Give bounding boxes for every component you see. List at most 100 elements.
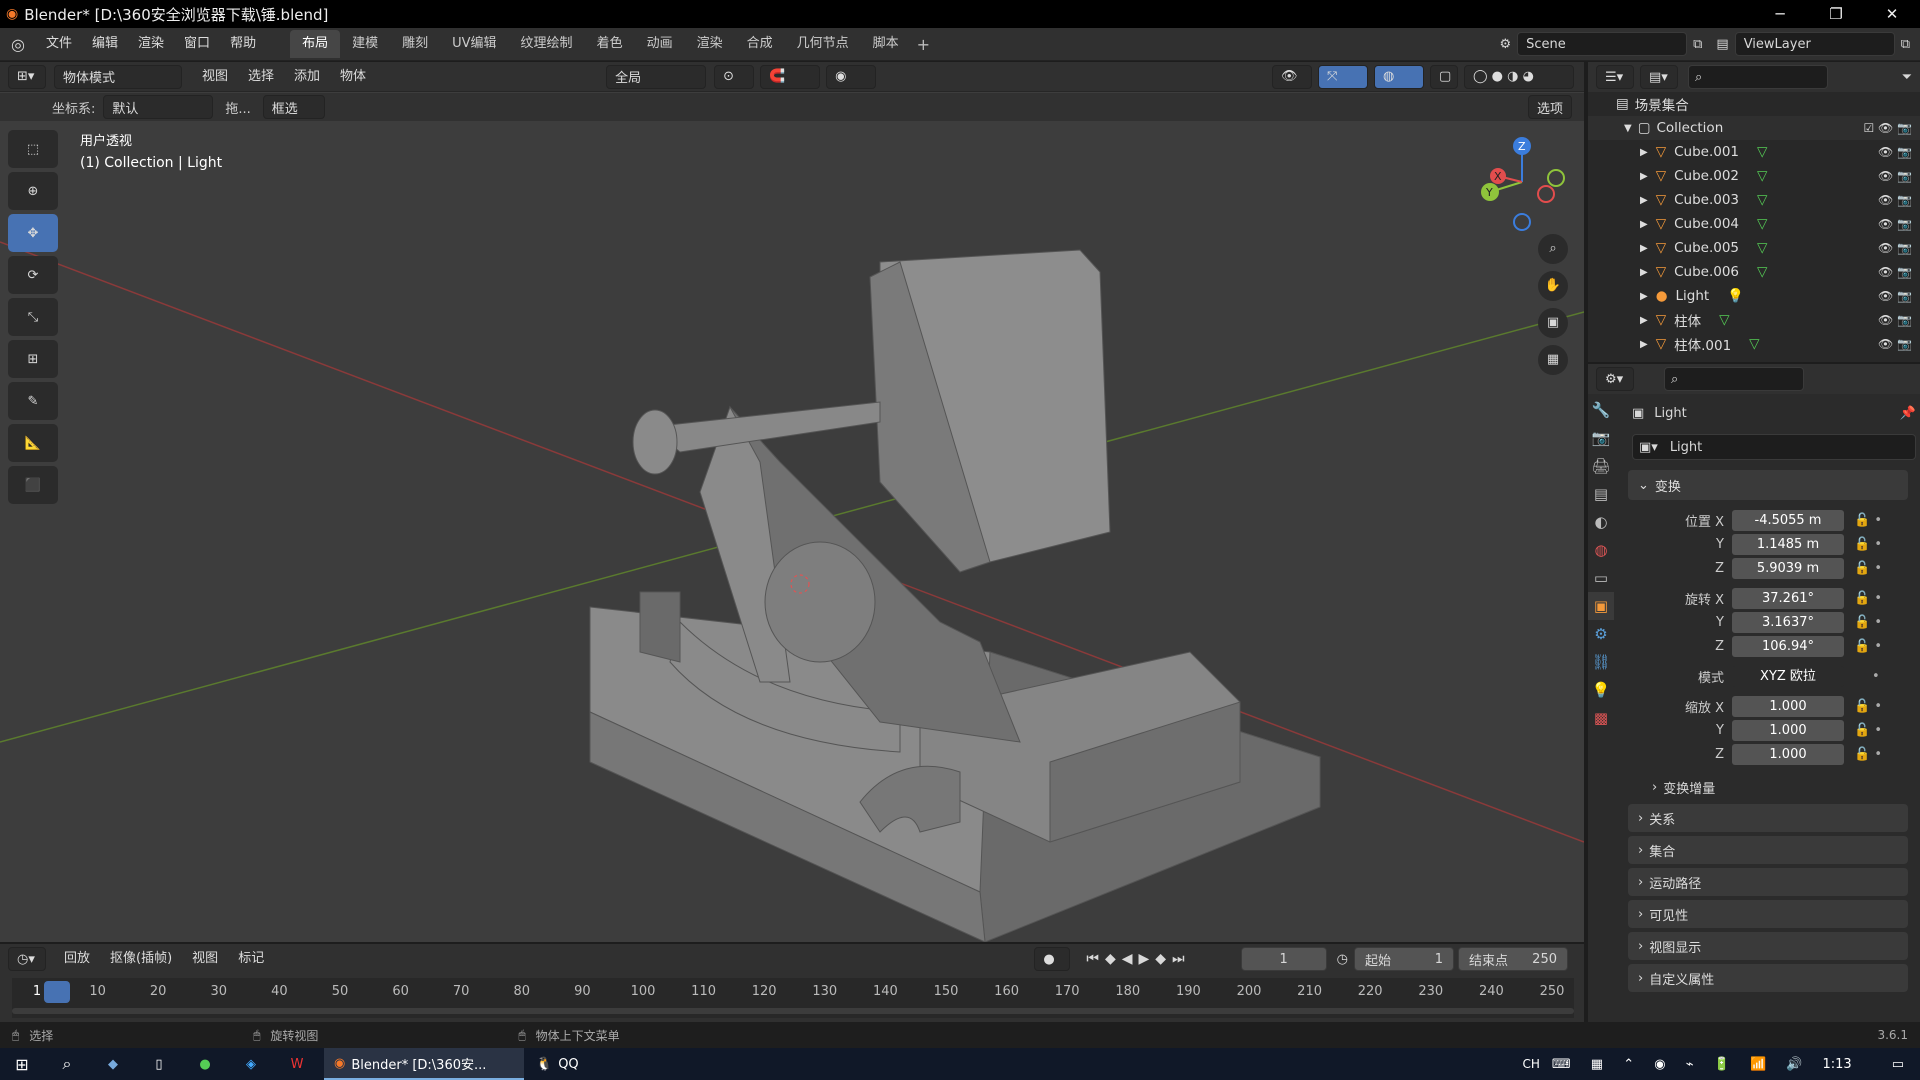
workspace-tab[interactable]: 纹理绘制	[509, 30, 585, 58]
expand-icon[interactable]: ▶	[1640, 171, 1648, 182]
viewport-menu-item[interactable]: 选择	[238, 62, 284, 92]
mesh-data-icon[interactable]: ▽	[1757, 240, 1767, 256]
measure-icon[interactable]: 📐	[8, 424, 58, 462]
expand-icon[interactable]: ▶	[1640, 267, 1648, 278]
timeline-menu-item[interactable]: 视图	[182, 944, 228, 974]
expand-icon[interactable]: ▶	[1640, 219, 1648, 230]
mesh-data-icon[interactable]: ▽	[1757, 192, 1767, 208]
snap-toggle[interactable]: 🧲	[760, 64, 821, 89]
location-x-field[interactable]: -4.5055 m	[1732, 509, 1844, 531]
ortho-grid-icon[interactable]: ▦	[1538, 345, 1568, 375]
keyframe-dot-icon[interactable]: •	[1872, 669, 1880, 684]
viewport-menu-item[interactable]: 添加	[284, 62, 330, 92]
select-mode-selector[interactable]: 框选	[262, 95, 325, 119]
timeline-menu-item[interactable]: 标记	[228, 944, 274, 974]
workspace-tab[interactable]: UV编辑	[440, 30, 508, 58]
transform-icon[interactable]: ⊞	[8, 340, 58, 378]
outliner-collection[interactable]: ▼ ▢ Collection ☑ 👁 📷	[1588, 116, 1920, 140]
clock-icon[interactable]: ◷	[1337, 952, 1348, 967]
maximize-button[interactable]: ❐	[1808, 5, 1864, 23]
outliner-item[interactable]: ▶ ▽ 柱体 ▽ 👁 📷	[1588, 308, 1920, 332]
outliner-item[interactable]: ▶ ▽ Cube.006 ▽ 👁 📷	[1588, 260, 1920, 284]
move-icon[interactable]: ✥	[8, 214, 58, 252]
location-y-field[interactable]: 1.1485 m	[1732, 533, 1844, 555]
scale-z-field[interactable]: 1.000	[1732, 743, 1844, 765]
properties-editor-type[interactable]: ⚙▾	[1596, 367, 1634, 391]
gizmo-toggle[interactable]: ⤧	[1318, 64, 1368, 89]
add-workspace-button[interactable]: +	[917, 35, 930, 54]
properties-search-input[interactable]: ⌕	[1664, 367, 1804, 391]
proportional-edit-toggle[interactable]: ◉	[826, 64, 877, 89]
lock-icon[interactable]: 🔓 •	[1854, 561, 1882, 576]
lock-icon[interactable]: 🔓 •	[1854, 615, 1882, 630]
overlay-toggle[interactable]: ◍	[1374, 64, 1424, 89]
workspace-tab[interactable]: 着色	[585, 30, 635, 58]
lock-icon[interactable]: 🔓 •	[1854, 591, 1882, 606]
visibility-icons[interactable]: 👁 📷	[1878, 193, 1912, 207]
taskbar-qq[interactable]: 🐧 QQ	[528, 1048, 598, 1080]
mode-selector[interactable]: 物体模式	[54, 64, 182, 89]
texture-tab-icon[interactable]: ▩	[1588, 704, 1614, 732]
xray-toggle[interactable]: ▢	[1430, 64, 1458, 89]
lock-icon[interactable]: 🔓 •	[1854, 639, 1882, 654]
file-icon[interactable]: ▯	[136, 1057, 182, 1072]
camera-view-icon[interactable]: ▣	[1538, 308, 1568, 338]
expand-icon[interactable]: ▶	[1640, 243, 1648, 254]
pin-icon[interactable]: 📌	[1900, 406, 1916, 421]
mesh-data-icon[interactable]: ▽	[1749, 336, 1759, 352]
collection-tab-icon[interactable]: ▭	[1588, 564, 1614, 592]
menu-item[interactable]: 编辑	[82, 29, 128, 59]
expand-icon[interactable]: ▶	[1640, 147, 1648, 158]
viewport-menu-item[interactable]: 视图	[192, 62, 238, 92]
workspace-tab[interactable]: 渲染	[685, 30, 735, 58]
workspace-tab[interactable]: 建模	[340, 30, 390, 58]
workspace-tab[interactable]: 合成	[735, 30, 785, 58]
visibility-icons[interactable]: 👁 📷	[1878, 169, 1912, 183]
rotation-x-field[interactable]: 37.261°	[1732, 587, 1844, 609]
visibility-icons[interactable]: 👁 📷	[1878, 289, 1912, 303]
view-layer-tab-icon[interactable]: ▤	[1588, 480, 1614, 508]
object-name-field[interactable]: ▣▾ Light	[1632, 434, 1916, 460]
menu-item[interactable]: 窗口	[174, 29, 220, 59]
search-icon[interactable]: ⌕	[44, 1054, 90, 1074]
collapsed-panel[interactable]: › 集合	[1628, 836, 1908, 864]
visibility-icons[interactable]: 👁 📷	[1878, 337, 1912, 351]
pivot-selector[interactable]: ⊙	[714, 64, 755, 89]
output-tab-icon[interactable]: 🖨	[1588, 452, 1614, 480]
render-tab-icon[interactable]: 📷	[1588, 424, 1614, 452]
scale-y-field[interactable]: 1.000	[1732, 719, 1844, 741]
options-button[interactable]: 选项	[1527, 95, 1572, 119]
view-layer-selector[interactable]: ViewLayer	[1734, 32, 1895, 56]
notification-icon[interactable]: ▭	[1892, 1057, 1904, 1072]
visibility-icons[interactable]: 👁 📷	[1878, 145, 1912, 159]
workspace-tab[interactable]: 动画	[635, 30, 685, 58]
chat-app-icon[interactable]: ◈	[228, 1057, 274, 1072]
rotation-z-field[interactable]: 106.94°	[1732, 635, 1844, 657]
world-tab-icon[interactable]: ◍	[1588, 536, 1614, 564]
end-frame-field[interactable]: 结束点 250	[1458, 947, 1568, 971]
input-language[interactable]: CH	[1522, 1057, 1539, 1071]
rotation-y-field[interactable]: 3.1637°	[1732, 611, 1844, 633]
expand-icon[interactable]: ▶	[1640, 339, 1648, 350]
outliner-editor-type[interactable]: ☰▾	[1596, 65, 1634, 89]
view-layer-icon[interactable]: ▤	[1716, 37, 1728, 52]
visibility-icons[interactable]: 👁 📷	[1878, 313, 1912, 327]
add-cube-icon[interactable]: ⬛	[8, 466, 58, 504]
cursor-icon[interactable]: ⊕	[8, 172, 58, 210]
taskbar-blender[interactable]: ◉ Blender* [D:\360安...	[324, 1048, 524, 1080]
mesh-data-icon[interactable]: ▽	[1757, 264, 1767, 280]
expand-icon[interactable]: ▼	[1624, 123, 1632, 134]
visibility-icons[interactable]: 👁 📷	[1878, 241, 1912, 255]
outliner-item[interactable]: ▶ ● Light 💡 👁 📷	[1588, 284, 1920, 308]
annotate-icon[interactable]: ✎	[8, 382, 58, 420]
outliner-item[interactable]: ▶ ▽ 柱体.001 ▽ 👁 📷	[1588, 332, 1920, 356]
lock-icon[interactable]: 🔓 •	[1854, 723, 1882, 738]
scale-icon[interactable]: ⤡	[8, 298, 58, 336]
collapsed-panel[interactable]: › 关系	[1628, 804, 1908, 832]
select-box-icon[interactable]: ⬚	[8, 130, 58, 168]
outliner-item[interactable]: ▶ ▽ Cube.003 ▽ 👁 📷	[1588, 188, 1920, 212]
lock-icon[interactable]: 🔓 •	[1854, 747, 1882, 762]
expand-icon[interactable]: ▶	[1640, 315, 1648, 326]
expand-icon[interactable]: ▶	[1640, 195, 1648, 206]
outliner-item[interactable]: ▶ ▽ Cube.001 ▽ 👁 📷	[1588, 140, 1920, 164]
